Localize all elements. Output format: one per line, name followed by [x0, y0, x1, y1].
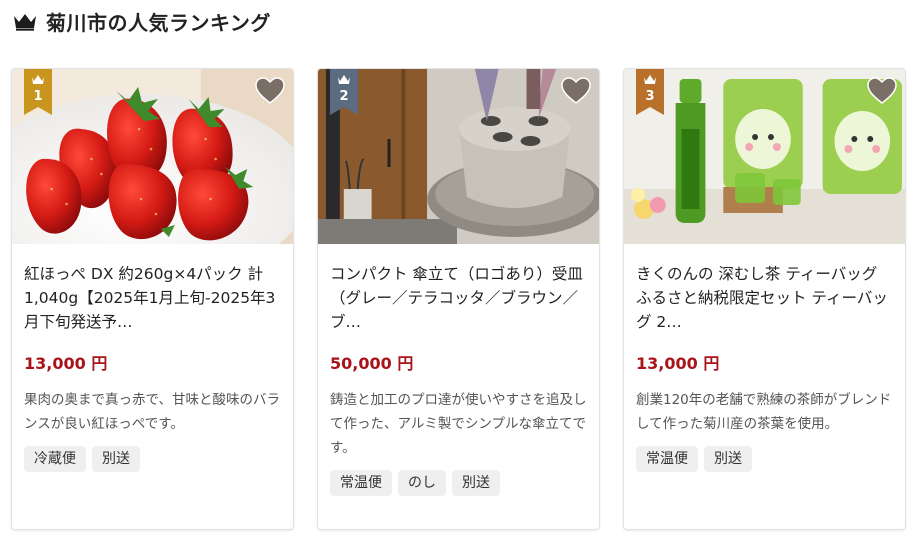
crown-icon [14, 14, 36, 31]
product-price: 13,000 円 [24, 354, 108, 373]
product-description: 創業120年の老舗で熟練の茶師がブレンドして作った菊川産の茶葉を使用。 [636, 392, 892, 432]
favorite-heart-icon[interactable] [867, 77, 897, 105]
product-description: 鋳造と加工のプロ達が使いやすさを追及して作った、アルミ製でシンプルな傘立てです。 [330, 392, 587, 456]
tag-shipping: 常温便 [330, 470, 392, 496]
rank-number: 1 [33, 89, 43, 104]
product-name[interactable]: 紅ほっぺ DX 約260g×4パック 計1,040g【2025年1月上旬-202… [24, 262, 281, 334]
product-price: 50,000 円 [330, 354, 414, 373]
product-card[interactable]: 1 紅ほっぺ DX 約260g×4パック 計1,040g【2025年1月上旬-2… [11, 68, 294, 530]
product-card[interactable]: 3 きくのんの 深むし茶 ティーバッグ ふるさと納税限定セット ティーバッグ 2… [623, 68, 906, 530]
tag-shipping: 常温便 [636, 446, 698, 472]
favorite-heart-icon[interactable] [255, 77, 285, 105]
tag-noshi: のし [398, 470, 446, 496]
umbrella-stand-photo[interactable] [318, 69, 599, 244]
product-card[interactable]: 2 コンパクト 傘立て（ロゴあり）受皿（グレー／テラコッタ／ブラウン／ブ… 50… [317, 68, 600, 530]
tag-separate: 別送 [452, 470, 500, 496]
product-price: 13,000 円 [636, 354, 720, 373]
page-title: 菊川市の人気ランキング [46, 10, 271, 35]
tag-shipping: 冷蔵便 [24, 446, 86, 472]
tag-separate: 別送 [92, 446, 140, 472]
rank-number: 3 [645, 89, 655, 104]
ranking-header: 菊川市の人気ランキング [12, 6, 271, 36]
rank-badge: 1 [24, 69, 52, 115]
strawberries-photo[interactable] [12, 69, 293, 244]
favorite-heart-icon[interactable] [561, 77, 591, 105]
product-name[interactable]: きくのんの 深むし茶 ティーバッグ ふるさと納税限定セット ティーバッグ 2… [636, 262, 893, 334]
product-name[interactable]: コンパクト 傘立て（ロゴあり）受皿（グレー／テラコッタ／ブラウン／ブ… [330, 262, 587, 334]
product-description: 果肉の奥まで真っ赤で、甘味と酸味のバランスが良い紅ほっぺです。 [24, 392, 280, 432]
green-tea-photo[interactable] [624, 69, 905, 244]
tag-separate: 別送 [704, 446, 752, 472]
rank-number: 2 [339, 89, 349, 104]
rank-badge: 2 [330, 69, 358, 115]
rank-badge: 3 [636, 69, 664, 115]
